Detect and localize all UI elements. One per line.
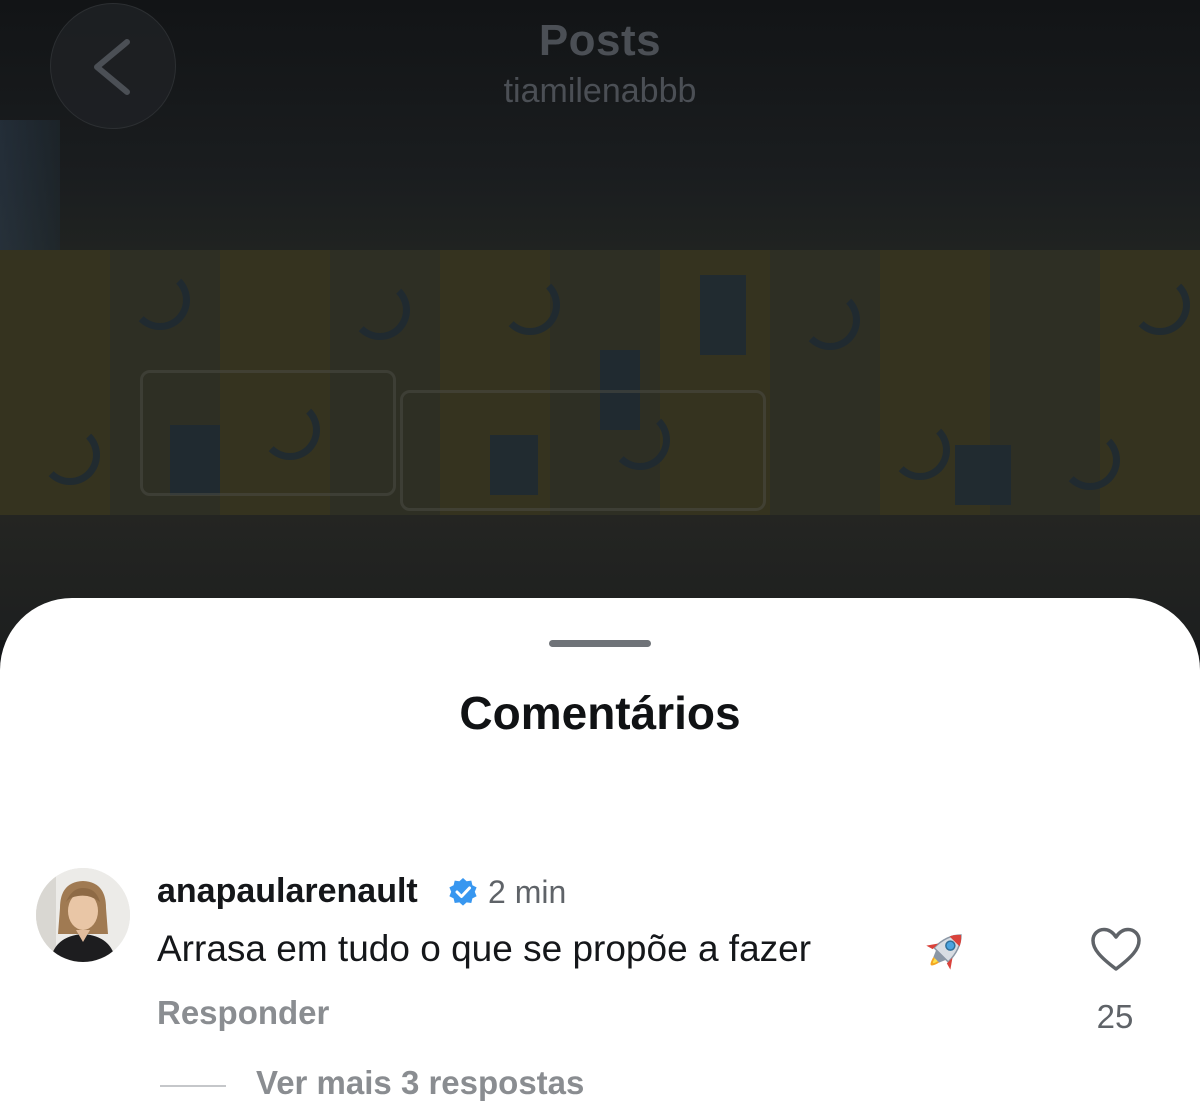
backdrop-pattern bbox=[40, 425, 100, 485]
page-subtitle-username: tiamilenabbb bbox=[503, 72, 697, 110]
backdrop-pattern bbox=[890, 420, 950, 480]
backdrop-pattern bbox=[130, 270, 190, 330]
backdrop-pattern bbox=[955, 445, 1011, 505]
rocket-emoji-icon bbox=[926, 934, 962, 970]
barrier-railing bbox=[400, 390, 766, 511]
backdrop-pattern bbox=[1130, 275, 1190, 335]
barrier-railing bbox=[140, 370, 396, 496]
comment-text: Arrasa em tudo o que se propõe a fazer bbox=[157, 928, 812, 969]
replies-divider bbox=[160, 1085, 226, 1087]
like-count: 25 bbox=[1096, 998, 1134, 1035]
backdrop-pattern bbox=[800, 290, 860, 350]
comments-sheet: Comentários anapaularenault 2 min Arrasa… bbox=[0, 598, 1200, 1118]
comment-username[interactable]: anapaularenault bbox=[157, 872, 418, 911]
heart-outline-icon[interactable] bbox=[1090, 926, 1142, 974]
comments-title: Comentários bbox=[459, 687, 741, 739]
avatar[interactable] bbox=[36, 868, 130, 962]
view-more-replies-button[interactable]: Ver mais 3 respostas bbox=[256, 1064, 584, 1102]
comment-timestamp: 2 min bbox=[488, 874, 567, 910]
sheet-drag-handle[interactable] bbox=[549, 640, 651, 647]
backdrop-pattern bbox=[500, 275, 560, 335]
verified-badge-icon bbox=[449, 878, 477, 906]
backdrop-pattern bbox=[350, 280, 410, 340]
reply-button[interactable]: Responder bbox=[157, 994, 329, 1032]
avatar-photo bbox=[36, 868, 130, 962]
backdrop-pattern bbox=[700, 275, 746, 355]
page-title: Posts bbox=[538, 16, 662, 65]
backdrop-pattern bbox=[1060, 430, 1120, 490]
